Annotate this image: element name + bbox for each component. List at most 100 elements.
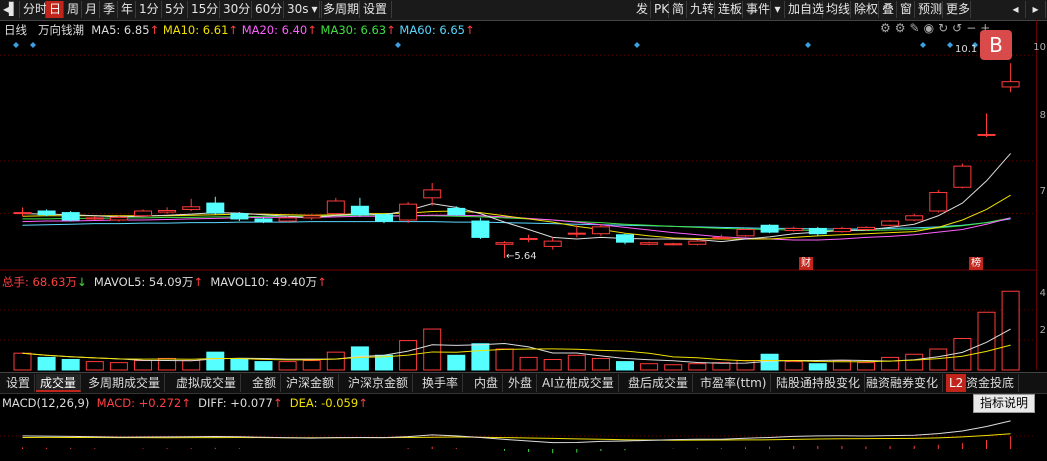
candle-body: [158, 209, 177, 213]
indicator-help-tooltip[interactable]: 指标说明: [973, 394, 1036, 413]
period-tab[interactable]: 周: [64, 1, 82, 18]
event-marker-icon: [395, 42, 401, 48]
diff-value: DIFF: +0.077: [198, 396, 273, 410]
buy-signal-badge[interactable]: B: [980, 30, 1012, 60]
cai-badge[interactable]: 财: [799, 257, 813, 270]
volume-tick: 2: [1039, 325, 1046, 336]
back-icon[interactable]: ◂▌: [0, 1, 20, 18]
volume-bar: [664, 364, 683, 371]
candle-body: [230, 213, 249, 220]
kline-chart[interactable]: [0, 20, 1036, 372]
indicator-tab[interactable]: 融资融券变化: [862, 374, 944, 392]
candle-body: [977, 133, 996, 136]
volume-bar: [688, 363, 707, 371]
event-marker-icon: [805, 42, 811, 48]
period-tab[interactable]: 日: [46, 1, 64, 18]
period-tab[interactable]: 季: [100, 1, 118, 18]
mavol5: MAVOL5: 54.09万: [93, 275, 194, 289]
period-tab[interactable]: 多周期: [320, 1, 360, 18]
volume-bar: [423, 328, 442, 371]
indicator-tab[interactable]: 市盈率(ttm): [696, 374, 772, 392]
candle-body: [712, 236, 731, 239]
event-marker-icon: [30, 42, 36, 48]
volume-bar: [736, 360, 755, 371]
macd-info-line: MACD(12,26,9) MACD: +0.272↑ DIFF: +0.077…: [2, 396, 368, 410]
toolbar-button[interactable]: 除权: [851, 1, 879, 18]
volume-bar: [567, 354, 586, 371]
candle-body: [182, 206, 201, 210]
indicator-tab[interactable]: 设置: [2, 374, 36, 392]
volume-bar: [543, 359, 562, 371]
indicator-tab[interactable]: 沪深金额: [282, 374, 340, 392]
indicator-tab[interactable]: 金额: [248, 374, 282, 392]
candle-body: [688, 240, 707, 245]
indicator-tab[interactable]: 多周期成交量: [84, 374, 166, 392]
dea-value: DEA: -0.059: [289, 396, 359, 410]
toolbar-button[interactable]: 均线: [823, 1, 851, 18]
indicator-tab[interactable]: 外盘: [504, 374, 538, 392]
toolbar-button[interactable]: PK: [651, 1, 669, 18]
period-tab[interactable]: 分时: [20, 1, 47, 18]
event-marker-icon: [13, 42, 19, 48]
volume-bar: [37, 356, 56, 371]
macd-chart[interactable]: [0, 412, 1036, 461]
low-price-label: ←5.64: [506, 251, 537, 262]
volume-bar: [254, 361, 273, 371]
volume-bar: [953, 338, 972, 371]
volume-bar: [471, 343, 490, 371]
candle-body: [399, 203, 418, 221]
indicator-tab[interactable]: 成交量: [36, 374, 82, 392]
candle-body: [664, 243, 683, 246]
candle-body: [929, 192, 948, 212]
volume-bar: [784, 361, 803, 371]
candle-body: [13, 212, 32, 215]
toolbar-button[interactable]: 加自选: [785, 1, 824, 18]
toolbar-button[interactable]: 九转: [687, 1, 715, 18]
period-tab[interactable]: 60分: [252, 1, 284, 18]
period-tab[interactable]: 年: [118, 1, 136, 18]
volume-bar: [230, 359, 249, 371]
toolbar-button[interactable]: 更多: [943, 1, 971, 18]
volume-bar: [808, 363, 827, 371]
bang-badge[interactable]: 榜: [969, 257, 983, 270]
period-tab[interactable]: 设置: [360, 1, 392, 18]
chevron-down-icon[interactable]: ▾: [771, 1, 785, 18]
indicator-tab[interactable]: 内盘: [470, 374, 504, 392]
period-tab[interactable]: 30分: [220, 1, 252, 18]
indicator-tab[interactable]: 盘后成交量: [624, 374, 694, 392]
toolbar-button[interactable]: 事件: [743, 1, 771, 18]
toolbar-button[interactable]: 简: [669, 1, 687, 18]
period-tab[interactable]: 15分: [188, 1, 220, 18]
period-tab[interactable]: 5分: [162, 1, 188, 18]
candle-body: [832, 227, 851, 233]
toolbar-button[interactable]: 预测: [915, 1, 943, 18]
indicator-tab[interactable]: AI立桩成交量: [538, 374, 619, 392]
volume-bar: [61, 359, 80, 371]
period-toolbar: ◂▌ 分时日周月季年 1分 5分 15分 30分 60分 30s ▾ 多周期 设置 发 PK 简九转连…: [0, 0, 1047, 21]
indicator-tab[interactable]: 陆股通持股变化: [772, 374, 866, 392]
period-tab[interactable]: 1分: [136, 1, 162, 18]
volume-tick: 4: [1039, 288, 1046, 299]
volume-bars: [13, 290, 1020, 371]
candle-body: [567, 232, 586, 235]
indicator-tab[interactable]: 换手率: [418, 374, 464, 392]
candle-body: [326, 200, 345, 215]
price-axis: 10 8 7 4 2: [1033, 20, 1047, 370]
expand-icon[interactable]: ▸: [1026, 1, 1046, 18]
toolbar-button[interactable]: 叠: [879, 1, 897, 18]
candle-body: [85, 217, 104, 220]
toolbar-button[interactable]: 窗: [897, 1, 915, 18]
toolbar-button[interactable]: 发: [633, 1, 651, 18]
indicator-tab[interactable]: 沪深京金额: [344, 374, 414, 392]
indicator-tab[interactable]: 虚拟成交量: [172, 374, 242, 392]
volume-ma-line: [22, 344, 1011, 363]
volume-bar: [85, 361, 104, 371]
period-tab[interactable]: 月: [82, 1, 100, 18]
volume-bar: [495, 348, 514, 371]
volume-bar: [350, 346, 369, 371]
indicator-tab[interactable]: 资金投底: [962, 374, 1020, 392]
candle-body: [350, 205, 369, 216]
volume-bar: [375, 354, 393, 371]
collapse-icon[interactable]: ◂: [1006, 1, 1026, 18]
toolbar-button[interactable]: 连板: [715, 1, 743, 18]
